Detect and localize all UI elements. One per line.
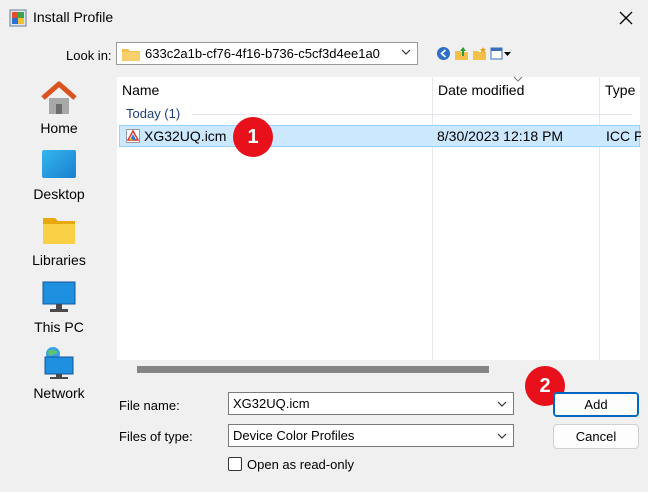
places-item-label: Home xyxy=(40,120,78,136)
view-menu-icon xyxy=(490,47,511,59)
view-menu-button[interactable] xyxy=(490,46,512,61)
install-profile-app-icon xyxy=(9,9,27,27)
navigation-toolbar xyxy=(436,44,512,62)
folder-icon xyxy=(122,49,140,61)
close-icon xyxy=(619,11,633,25)
add-button[interactable]: Add xyxy=(553,392,639,417)
group-header[interactable]: Today (1) xyxy=(126,106,180,121)
read-only-checkbox[interactable] xyxy=(228,457,242,471)
back-arrow-icon xyxy=(437,46,450,60)
home-icon xyxy=(41,81,77,114)
chevron-down-icon xyxy=(497,401,507,407)
cancel-button[interactable]: Cancel xyxy=(553,424,639,449)
places-item-label: This PC xyxy=(34,319,84,335)
group-divider xyxy=(192,114,632,115)
look-in-label: Look in: xyxy=(66,48,112,63)
color-profile-file-icon xyxy=(126,129,140,143)
window-title: Install Profile xyxy=(33,9,114,25)
file-name-label: File name: xyxy=(119,398,180,413)
libraries-icon xyxy=(43,218,75,244)
look-in-dropdown[interactable]: 633c2a1b-cf76-4f16-b736-c5cf3d4ee1a0 xyxy=(116,42,418,65)
new-folder-button[interactable] xyxy=(472,46,487,61)
look-in-value: 633c2a1b-cf76-4f16-b736-c5cf3d4ee1a0 xyxy=(145,46,380,61)
column-header-name[interactable]: Name xyxy=(122,77,159,104)
places-item-label: Network xyxy=(33,385,85,401)
column-header-date-modified[interactable]: Date modified xyxy=(438,77,524,104)
file-row-selected[interactable]: XG32UQ.icm 8/30/2023 12:18 PM ICC Pro xyxy=(119,125,641,147)
column-divider[interactable] xyxy=(599,77,600,360)
file-list[interactable]: Name Date modified Type Today (1) XG32UQ… xyxy=(117,76,641,360)
file-type: ICC Pro xyxy=(606,128,641,144)
open-read-only-option[interactable]: Open as read-only xyxy=(228,455,354,473)
title-bar: Install Profile xyxy=(0,0,648,36)
column-divider[interactable] xyxy=(432,77,433,360)
files-of-type-dropdown[interactable]: Device Color Profiles xyxy=(228,424,514,447)
network-icon xyxy=(44,347,74,379)
places-item-label: Desktop xyxy=(33,186,85,202)
desktop-icon xyxy=(42,150,76,178)
new-folder-icon xyxy=(473,46,486,60)
places-item-this-pc[interactable]: This PC xyxy=(14,271,104,337)
read-only-label: Open as read-only xyxy=(247,456,354,472)
back-button[interactable] xyxy=(436,46,451,61)
step-badge-1: 1 xyxy=(233,117,273,157)
file-name: XG32UQ.icm xyxy=(144,128,227,144)
sort-chevron-icon xyxy=(513,76,523,82)
file-name-input[interactable]: XG32UQ.icm xyxy=(228,392,514,415)
files-of-type-label: Files of type: xyxy=(119,429,193,444)
files-of-type-value: Device Color Profiles xyxy=(233,428,355,443)
places-item-network[interactable]: Network xyxy=(14,337,104,403)
places-item-home[interactable]: Home xyxy=(14,72,104,138)
file-date-modified: 8/30/2023 12:18 PM xyxy=(437,128,564,144)
places-bar: Home Desktop Libraries This PC Network xyxy=(14,72,104,417)
file-name-value: XG32UQ.icm xyxy=(233,396,310,411)
places-item-label: Libraries xyxy=(32,252,86,268)
column-header-type[interactable]: Type xyxy=(605,77,635,104)
chevron-down-icon xyxy=(497,433,507,439)
places-item-libraries[interactable]: Libraries xyxy=(14,204,104,270)
up-folder-button[interactable] xyxy=(454,46,469,61)
places-item-desktop[interactable]: Desktop xyxy=(14,138,104,204)
chevron-down-icon xyxy=(401,49,411,55)
up-folder-icon xyxy=(455,46,468,60)
this-pc-icon xyxy=(42,281,76,312)
scrollbar-thumb[interactable] xyxy=(137,366,489,373)
close-button[interactable] xyxy=(612,4,640,32)
